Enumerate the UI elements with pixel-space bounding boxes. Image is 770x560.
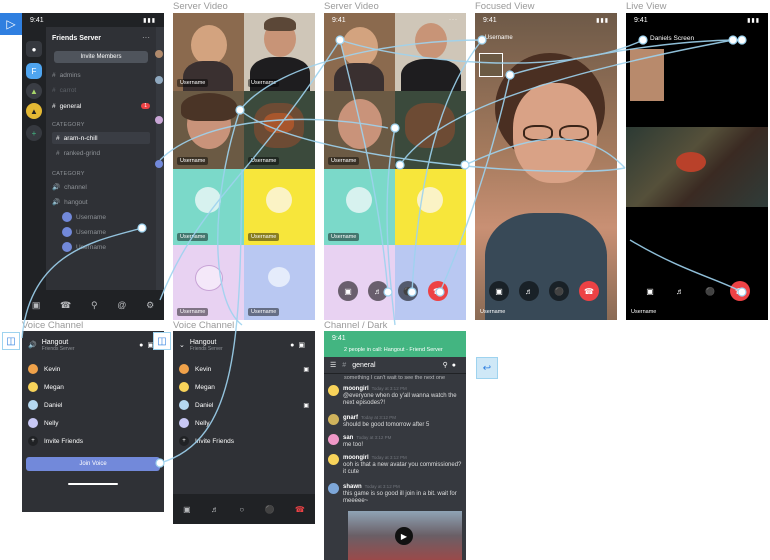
prototype-connections (21, 35, 747, 468)
status-time: 9:41 (483, 16, 497, 24)
status-time: 9:41 (30, 16, 44, 24)
menu-dots-icon[interactable]: ··· (449, 17, 458, 23)
status-icons: ▮▮▮ (747, 17, 760, 24)
status-icons: ▮▮▮ (143, 17, 156, 24)
status-time: 9:41 (634, 16, 648, 24)
status-icons: ▮▮▮ (596, 17, 609, 24)
status-time: 9:41 (332, 16, 346, 24)
